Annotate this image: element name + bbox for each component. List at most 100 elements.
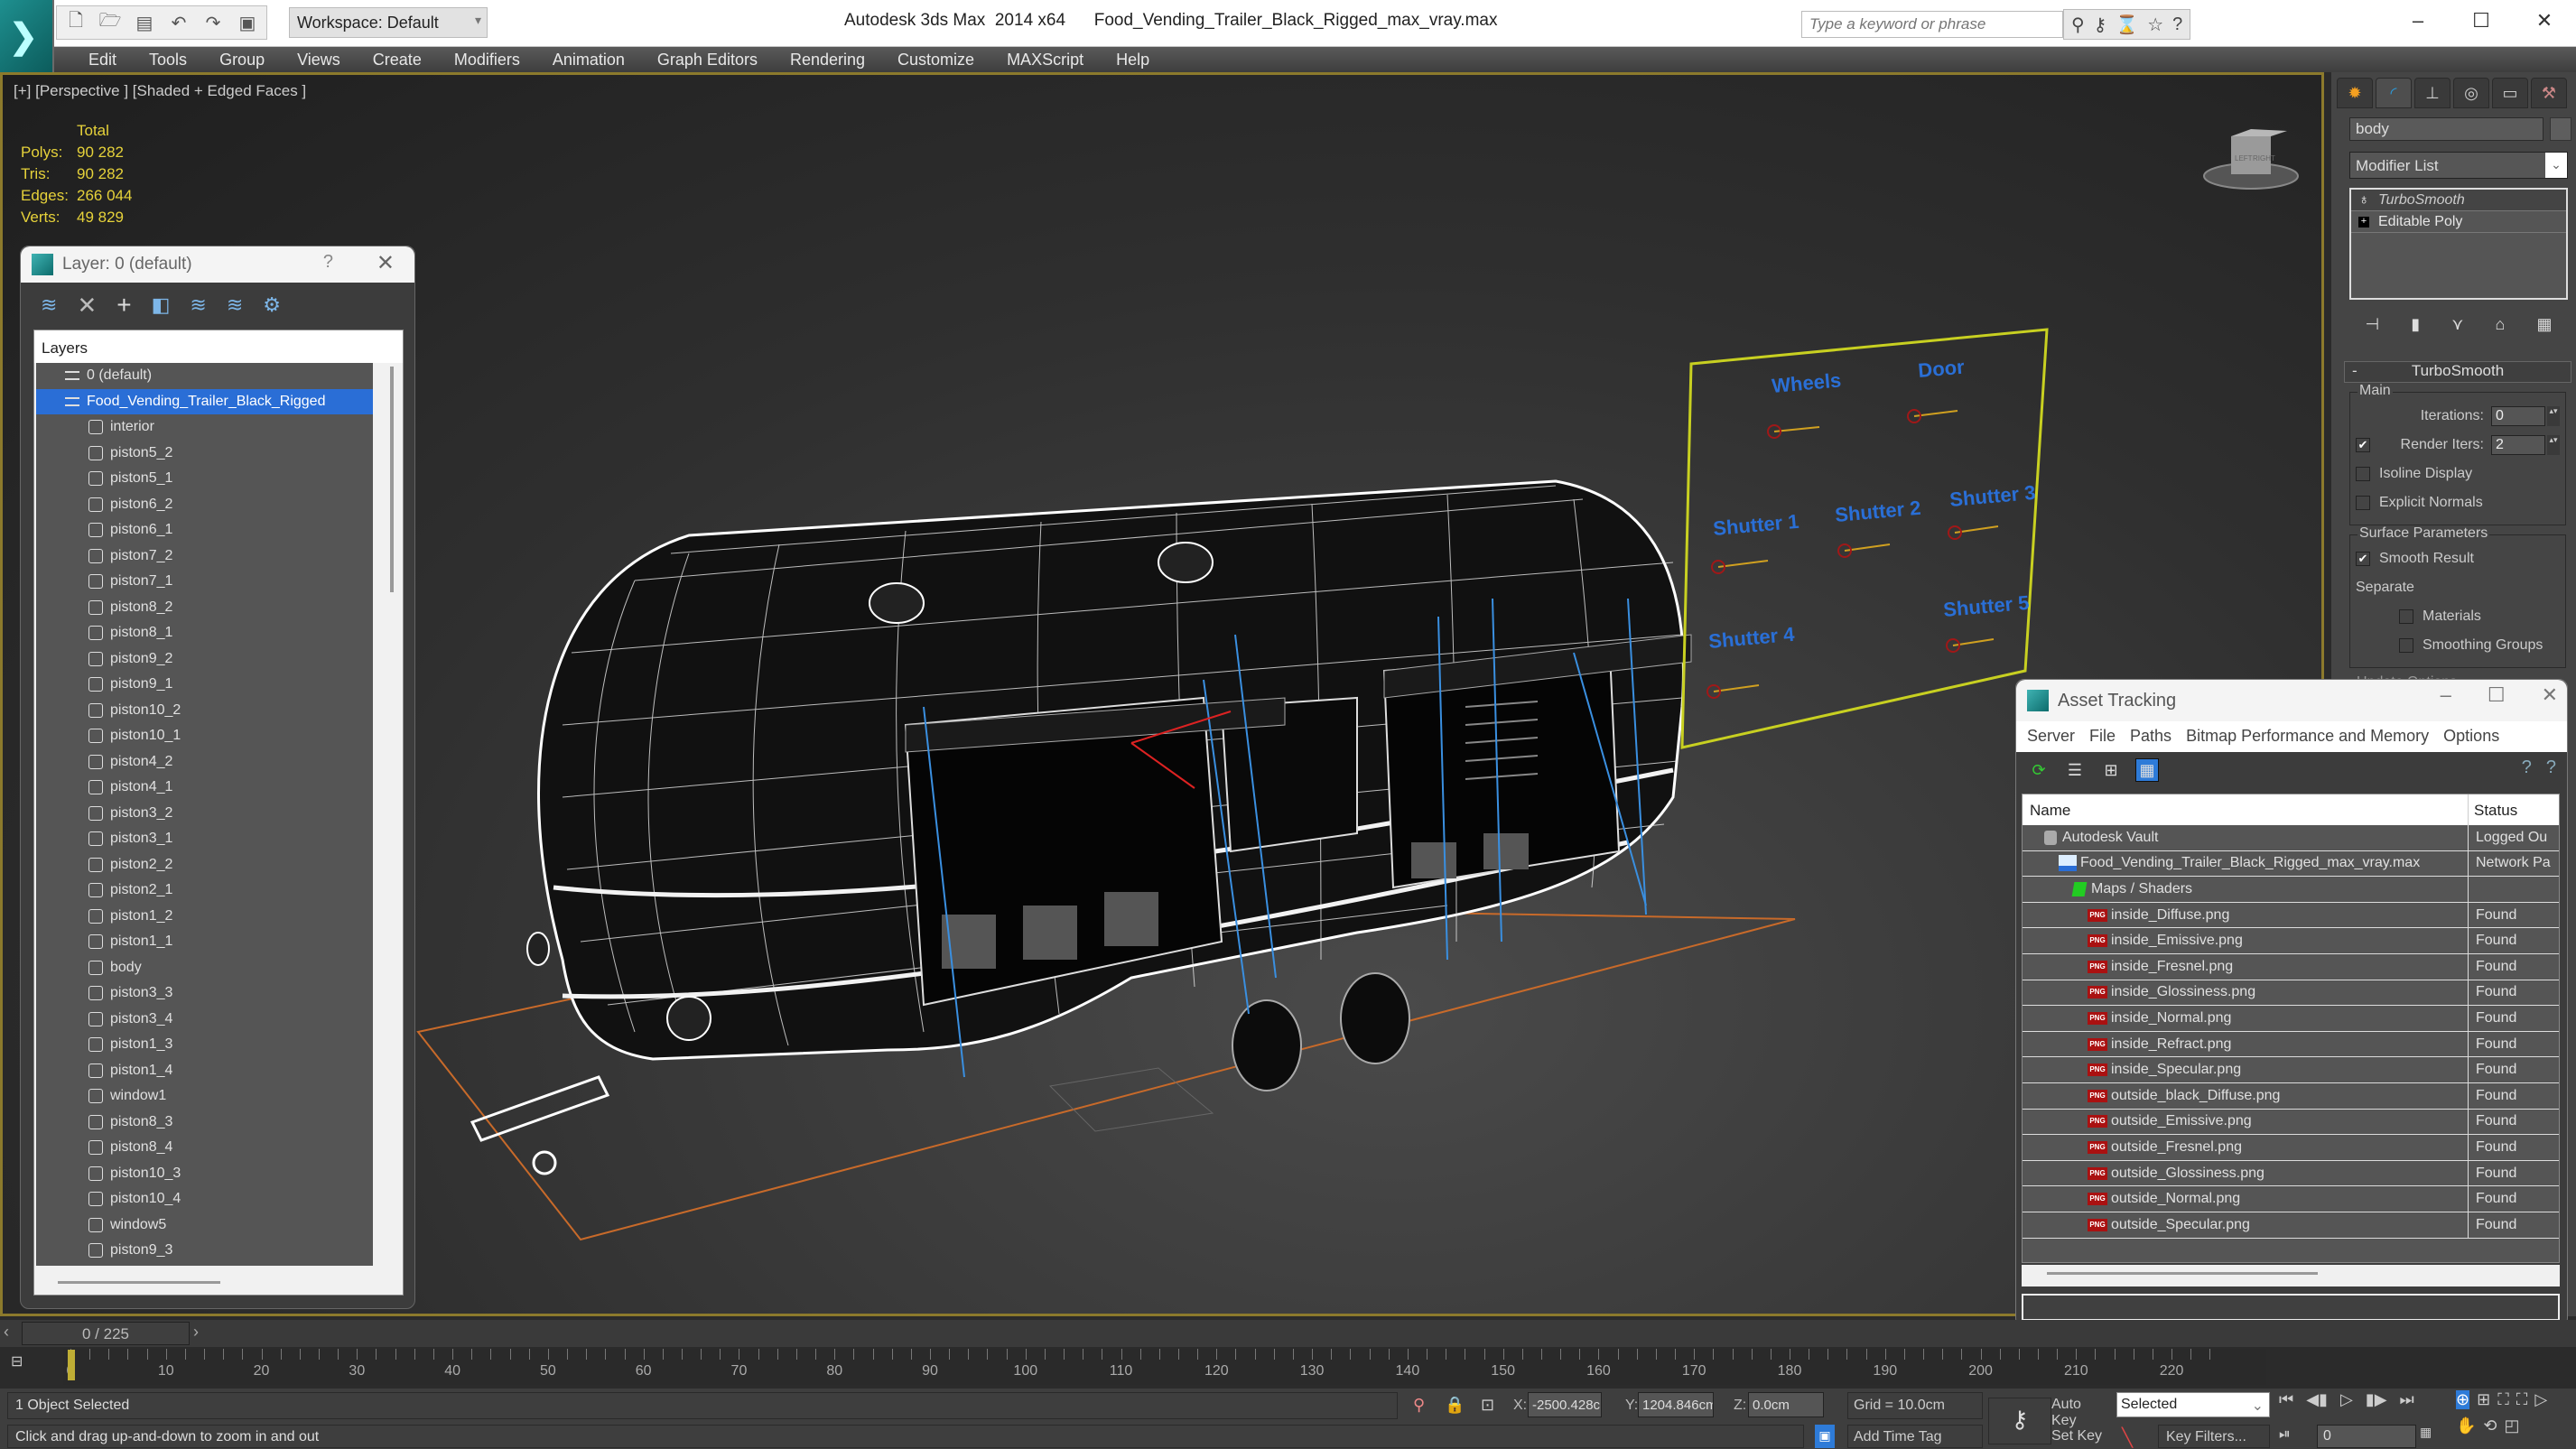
spinner-arrows-icon[interactable]: ▴▾ xyxy=(2547,406,2560,426)
utilities-tab-icon[interactable]: ⚒ xyxy=(2531,78,2567,108)
track-bar[interactable]: 0102030405060708090100110120130140150160… xyxy=(63,1349,2266,1385)
layer-row[interactable]: Food_Vending_Trailer_Black_Rigged xyxy=(36,388,373,414)
rollout-header[interactable]: - TurboSmooth xyxy=(2344,361,2571,383)
key-tangent-icon[interactable]: ╲ xyxy=(2122,1426,2133,1449)
isolate-selection-icon[interactable]: ⚲ xyxy=(1413,1396,1425,1415)
key-mode-dropdown[interactable]: Selected ⌄ xyxy=(2116,1392,2270,1417)
modify-tab-icon[interactable]: ◜ xyxy=(2376,78,2412,108)
object-row[interactable]: piston7_2 xyxy=(36,543,373,570)
asset-row[interactable]: Autodesk Vault Logged Ou xyxy=(2023,825,2559,851)
next-key-icon[interactable]: ▮▶ xyxy=(2366,1390,2387,1409)
object-row[interactable]: piston3_2 xyxy=(36,801,373,827)
binoculars-icon[interactable]: ⚲ xyxy=(2071,14,2085,36)
menu-group[interactable]: Group xyxy=(203,47,281,72)
absolute-mode-icon[interactable]: ⊡ xyxy=(1481,1396,1494,1415)
asset-row[interactable]: PNG outside_Normal.png Found xyxy=(2023,1186,2559,1212)
asset-row[interactable]: PNG outside_Specular.png Found xyxy=(2023,1212,2559,1239)
lightbulb-icon[interactable]: ♁ xyxy=(2358,192,2369,209)
object-row[interactable]: piston8_4 xyxy=(36,1135,373,1161)
object-row[interactable]: piston6_2 xyxy=(36,492,373,518)
asset-row[interactable]: PNG outside_Emissive.png Found xyxy=(2023,1109,2559,1136)
time-slider[interactable]: 0 / 225 xyxy=(22,1322,190,1345)
menu-options[interactable]: Options xyxy=(2440,721,2510,752)
key-filters-button[interactable]: Key Filters... xyxy=(2158,1425,2270,1448)
layer-properties-icon[interactable]: ⚙ xyxy=(263,293,281,317)
object-row[interactable]: piston7_1 xyxy=(36,569,373,595)
object-row[interactable]: piston1_4 xyxy=(36,1058,373,1084)
favorites-star-icon[interactable]: ☆ xyxy=(2147,14,2163,36)
open-file-icon[interactable]: 🗁 xyxy=(97,10,124,35)
time-configuration-icon[interactable]: ▦ xyxy=(2420,1425,2432,1440)
materials-checkbox[interactable] xyxy=(2399,609,2413,624)
object-row[interactable]: piston9_3 xyxy=(36,1238,373,1264)
menu-help[interactable]: Help xyxy=(1100,47,1166,72)
asset-row[interactable]: PNG inside_Fresnel.png Found xyxy=(2023,953,2559,980)
object-row[interactable]: piston4_1 xyxy=(36,775,373,801)
asset-path-field[interactable] xyxy=(2022,1294,2560,1321)
asset-row[interactable]: PNG outside_Glossiness.png Found xyxy=(2023,1160,2559,1187)
object-row[interactable]: interior xyxy=(36,414,373,441)
undo-icon[interactable]: ↶ xyxy=(165,10,192,35)
object-row[interactable]: piston5_2 xyxy=(36,441,373,467)
table-view-icon[interactable]: ▦ xyxy=(2135,758,2159,782)
object-row[interactable]: piston10_1 xyxy=(36,723,373,749)
close-button[interactable]: ✕ xyxy=(377,250,395,276)
object-row[interactable]: piston6_1 xyxy=(36,517,373,543)
app-menu-button[interactable]: ❯ xyxy=(0,0,54,72)
object-row[interactable]: piston10_4 xyxy=(36,1186,373,1212)
stack-item-turbosmooth[interactable]: ♁ TurboSmooth xyxy=(2351,190,2566,211)
highlight-layer-icon[interactable]: ≋ xyxy=(227,293,243,317)
help-globe-icon[interactable]: ? xyxy=(2522,757,2532,778)
pan-icon[interactable]: ✋ xyxy=(2456,1416,2476,1435)
select-layer-icon[interactable]: ≋ xyxy=(190,293,206,317)
object-row[interactable]: window1 xyxy=(36,1083,373,1110)
close-button[interactable]: ✕ xyxy=(2513,0,2576,42)
menu-customize[interactable]: Customize xyxy=(881,47,990,72)
previous-key-icon[interactable]: ◀▮ xyxy=(2306,1390,2328,1409)
orbit-icon[interactable]: ⟲ xyxy=(2483,1416,2497,1435)
make-unique-icon[interactable]: ⋎ xyxy=(2451,315,2463,334)
redo-icon[interactable]: ↷ xyxy=(200,10,227,35)
menu-rendering[interactable]: Rendering xyxy=(774,47,881,72)
zoom-icon[interactable]: ⊕ xyxy=(2456,1390,2470,1409)
add-time-tag-button[interactable]: Add Time Tag xyxy=(1847,1425,1983,1448)
object-name-field[interactable] xyxy=(2349,117,2543,141)
render-iters-checkbox[interactable]: ✔ xyxy=(2356,438,2370,452)
dialog-title-bar[interactable]: Layer: 0 (default) ? ✕ xyxy=(21,246,414,283)
asset-row[interactable]: PNG inside_Emissive.png Found xyxy=(2023,928,2559,954)
object-row[interactable]: window5 xyxy=(36,1212,373,1239)
stack-item-editable-poly[interactable]: + Editable Poly xyxy=(2351,211,2566,233)
next-frame-button[interactable]: › xyxy=(193,1323,199,1342)
spinner-arrows-icon[interactable]: ▴▾ xyxy=(2547,435,2560,455)
asset-row[interactable]: PNG inside_Glossiness.png Found xyxy=(2023,980,2559,1007)
communication-icon[interactable]: ⌛ xyxy=(2116,14,2138,36)
z-coordinate-field[interactable]: 0.0cm xyxy=(1748,1392,1824,1417)
menu-modifiers[interactable]: Modifiers xyxy=(438,47,536,72)
vertical-scrollbar[interactable] xyxy=(390,367,394,592)
key-mode-toggle-icon[interactable]: ⏯ xyxy=(2279,1426,2291,1443)
viewcube[interactable]: LEFT RIGHT xyxy=(2197,120,2305,201)
workspace-dropdown[interactable]: Workspace: Default ▾ xyxy=(289,7,488,38)
menu-create[interactable]: Create xyxy=(357,47,438,72)
object-row[interactable]: piston9_4 xyxy=(36,1264,373,1267)
current-frame-field[interactable]: 0 xyxy=(2317,1425,2416,1448)
render-iters-spinner[interactable]: 2 xyxy=(2491,435,2545,455)
name-column-header[interactable]: Name xyxy=(2023,794,2469,825)
y-coordinate-field[interactable]: 1204.846cm xyxy=(1638,1392,1714,1417)
maximize-button[interactable]: ☐ xyxy=(2450,0,2513,42)
help-button[interactable]: ? xyxy=(323,252,333,273)
menu-graph-editors[interactable]: Graph Editors xyxy=(641,47,774,72)
dialog-title-bar[interactable]: Asset Tracking – ☐ ✕ xyxy=(2016,680,2567,721)
status-column-header[interactable]: Status xyxy=(2469,794,2523,825)
subscription-key-icon[interactable]: ⚷ xyxy=(2094,14,2107,36)
object-row[interactable]: piston4_2 xyxy=(36,749,373,776)
asset-row[interactable]: PNG inside_Diffuse.png Found xyxy=(2023,902,2559,929)
horizontal-scrollbar[interactable] xyxy=(2022,1265,2560,1286)
menu-tools[interactable]: Tools xyxy=(133,47,203,72)
menu-bitmap-performance[interactable]: Bitmap Performance and Memory xyxy=(2182,721,2440,752)
minimize-button[interactable]: – xyxy=(2386,0,2450,42)
create-tab-icon[interactable]: ✹ xyxy=(2337,78,2373,108)
object-row[interactable]: piston1_1 xyxy=(36,929,373,955)
pin-stack-icon[interactable]: ⊣ xyxy=(2366,315,2380,334)
current-frame-marker[interactable] xyxy=(68,1350,75,1380)
